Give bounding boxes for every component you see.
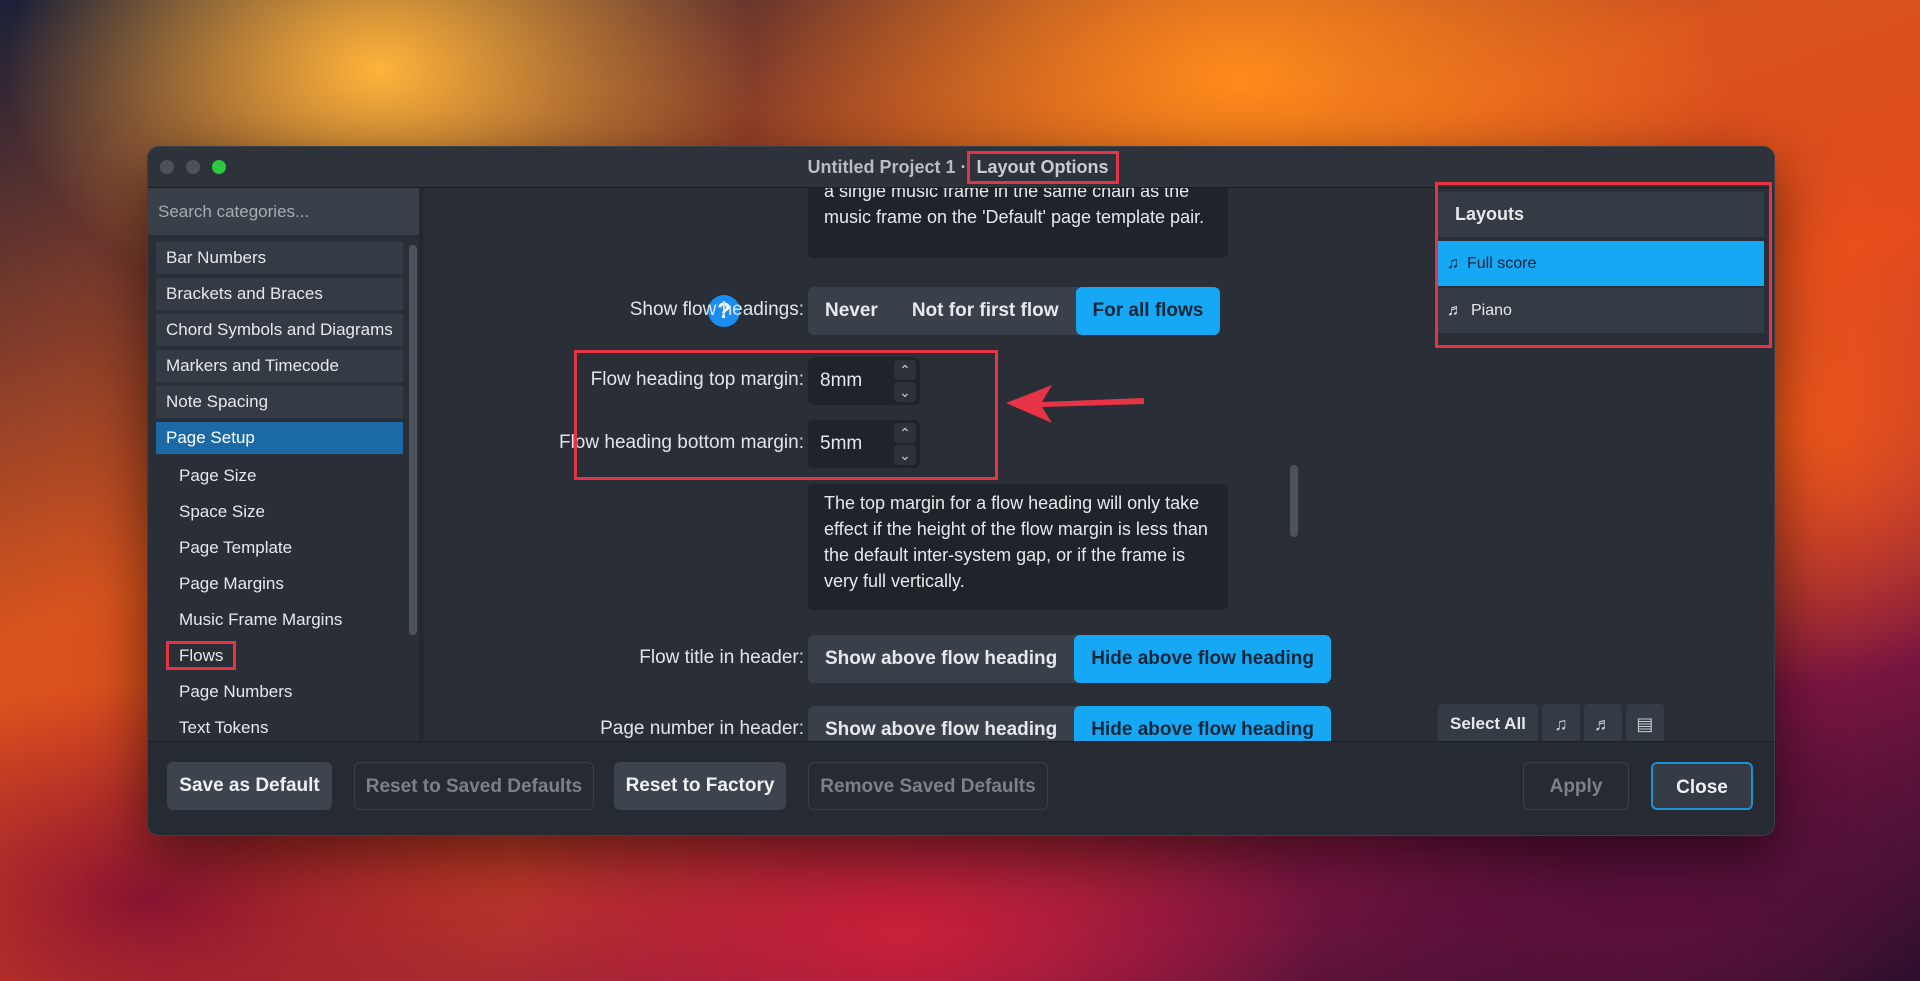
- option-show-above[interactable]: Show above flow heading: [808, 635, 1074, 683]
- remove-saved-defaults-button[interactable]: Remove Saved Defaults: [808, 762, 1048, 810]
- subitem-page-size[interactable]: Page Size: [156, 458, 403, 494]
- page-number-header-control: Show above flow heading Hide above flow …: [808, 706, 1331, 741]
- window-title-main: Layout Options: [966, 150, 1119, 184]
- layout-options-dialog: Untitled Project 1 · Layout Options Bar …: [147, 146, 1775, 836]
- subitem-music-frame-margins[interactable]: Music Frame Margins: [156, 602, 403, 638]
- annotation-arrow: [1006, 385, 1144, 423]
- category-note-spacing[interactable]: Note Spacing: [156, 386, 403, 418]
- subitem-label: Page Template: [179, 538, 293, 557]
- subitem-label: Space Size: [179, 502, 265, 521]
- close-button[interactable]: Close: [1651, 762, 1753, 810]
- flow-title-header-control: Show above flow heading Hide above flow …: [808, 635, 1331, 683]
- window-controls: [160, 160, 226, 174]
- zoom-window-button[interactable]: [212, 160, 226, 174]
- option-hide-above[interactable]: Hide above flow heading: [1074, 635, 1331, 683]
- subitem-label: Page Numbers: [179, 682, 293, 701]
- frame-tip-text: a single music frame in the same chain a…: [808, 188, 1228, 258]
- show-flow-headings-control: Never Not for first flow For all flows: [808, 287, 1221, 335]
- option-for-all-flows[interactable]: For all flows: [1075, 287, 1221, 335]
- page-number-header-label: Page number in header:: [600, 718, 804, 739]
- save-as-default-button[interactable]: Save as Default: [167, 762, 332, 810]
- category-markers-timecode[interactable]: Markers and Timecode: [156, 350, 403, 382]
- minimize-window-button[interactable]: [186, 160, 200, 174]
- subitem-space-size[interactable]: Space Size: [156, 494, 403, 530]
- subitem-page-template[interactable]: Page Template: [156, 530, 403, 566]
- layouts-toolbar: Select All ♫ ♬ ▤: [1438, 704, 1664, 744]
- subitem-label: Text Tokens: [179, 718, 269, 737]
- subitem-page-margins[interactable]: Page Margins: [156, 566, 403, 602]
- options-panel: a single music frame in the same chain a…: [424, 188, 1434, 741]
- reset-saved-defaults-button[interactable]: Reset to Saved Defaults: [354, 762, 594, 810]
- option-hide-above[interactable]: Hide above flow heading: [1074, 706, 1331, 741]
- subitem-flows[interactable]: Flows: [156, 638, 403, 674]
- flow-title-header-label: Flow title in header:: [639, 647, 804, 668]
- option-never[interactable]: Never: [808, 287, 895, 335]
- category-sidebar: Bar Numbers Brackets and Braces Chord Sy…: [148, 188, 423, 741]
- full-score-icon[interactable]: ♫: [1541, 704, 1580, 744]
- subitem-label: Page Size: [179, 466, 257, 485]
- document-icon[interactable]: ▤: [1625, 704, 1664, 744]
- dialog-footer: Save as Default Reset to Saved Defaults …: [148, 741, 1774, 835]
- reset-to-factory-button[interactable]: Reset to Factory: [614, 762, 786, 810]
- close-window-button[interactable]: [160, 160, 174, 174]
- select-all-button[interactable]: Select All: [1438, 704, 1538, 744]
- sidebar-scrollbar[interactable]: [409, 245, 417, 635]
- annotation-box: [574, 350, 998, 480]
- subitem-label: Music Frame Margins: [179, 610, 343, 629]
- category-page-setup[interactable]: Page Setup: [156, 422, 403, 454]
- show-flow-headings-label: Show flow headings:: [629, 299, 804, 320]
- category-bar-numbers[interactable]: Bar Numbers: [156, 242, 403, 274]
- option-not-for-first-flow[interactable]: Not for first flow: [895, 287, 1076, 335]
- sidebar-scroll-track: [419, 188, 423, 741]
- margin-tip-text: The top margin for a flow heading will o…: [808, 484, 1228, 610]
- part-icon[interactable]: ♬: [1583, 704, 1622, 744]
- subitem-label: Page Margins: [179, 574, 284, 593]
- options-scrollbar[interactable]: [1290, 465, 1298, 537]
- arrow-shape: [1006, 385, 1144, 423]
- subitem-page-numbers[interactable]: Page Numbers: [156, 674, 403, 710]
- option-show-above[interactable]: Show above flow heading: [808, 706, 1074, 741]
- apply-button[interactable]: Apply: [1523, 762, 1629, 810]
- window-title-prefix: Untitled Project 1 ·: [807, 156, 967, 177]
- category-chord-symbols[interactable]: Chord Symbols and Diagrams: [156, 314, 403, 346]
- annotation-box: [1435, 182, 1772, 348]
- subitem-label: Flows: [165, 641, 237, 670]
- category-list: Bar Numbers Brackets and Braces Chord Sy…: [156, 242, 403, 746]
- search-categories-input[interactable]: [148, 188, 423, 235]
- category-brackets-braces[interactable]: Brackets and Braces: [156, 278, 403, 310]
